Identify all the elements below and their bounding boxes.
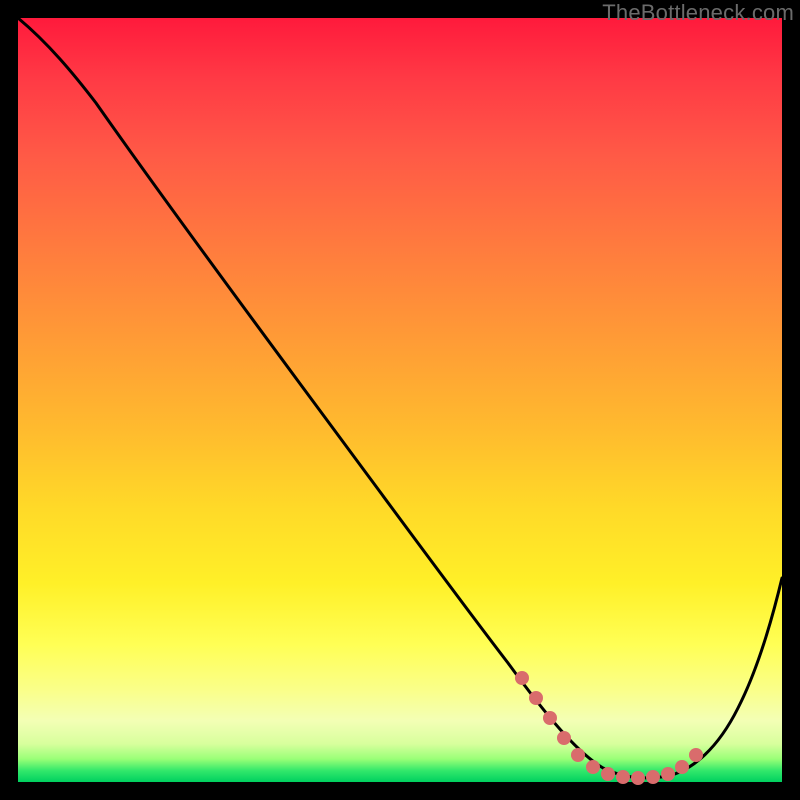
chart-frame — [18, 18, 782, 782]
watermark-text: TheBottleneck.com — [602, 0, 794, 26]
plot-area — [18, 18, 782, 782]
highlight-dots — [515, 671, 703, 785]
curve-layer — [18, 18, 782, 782]
main-curve — [18, 18, 782, 778]
